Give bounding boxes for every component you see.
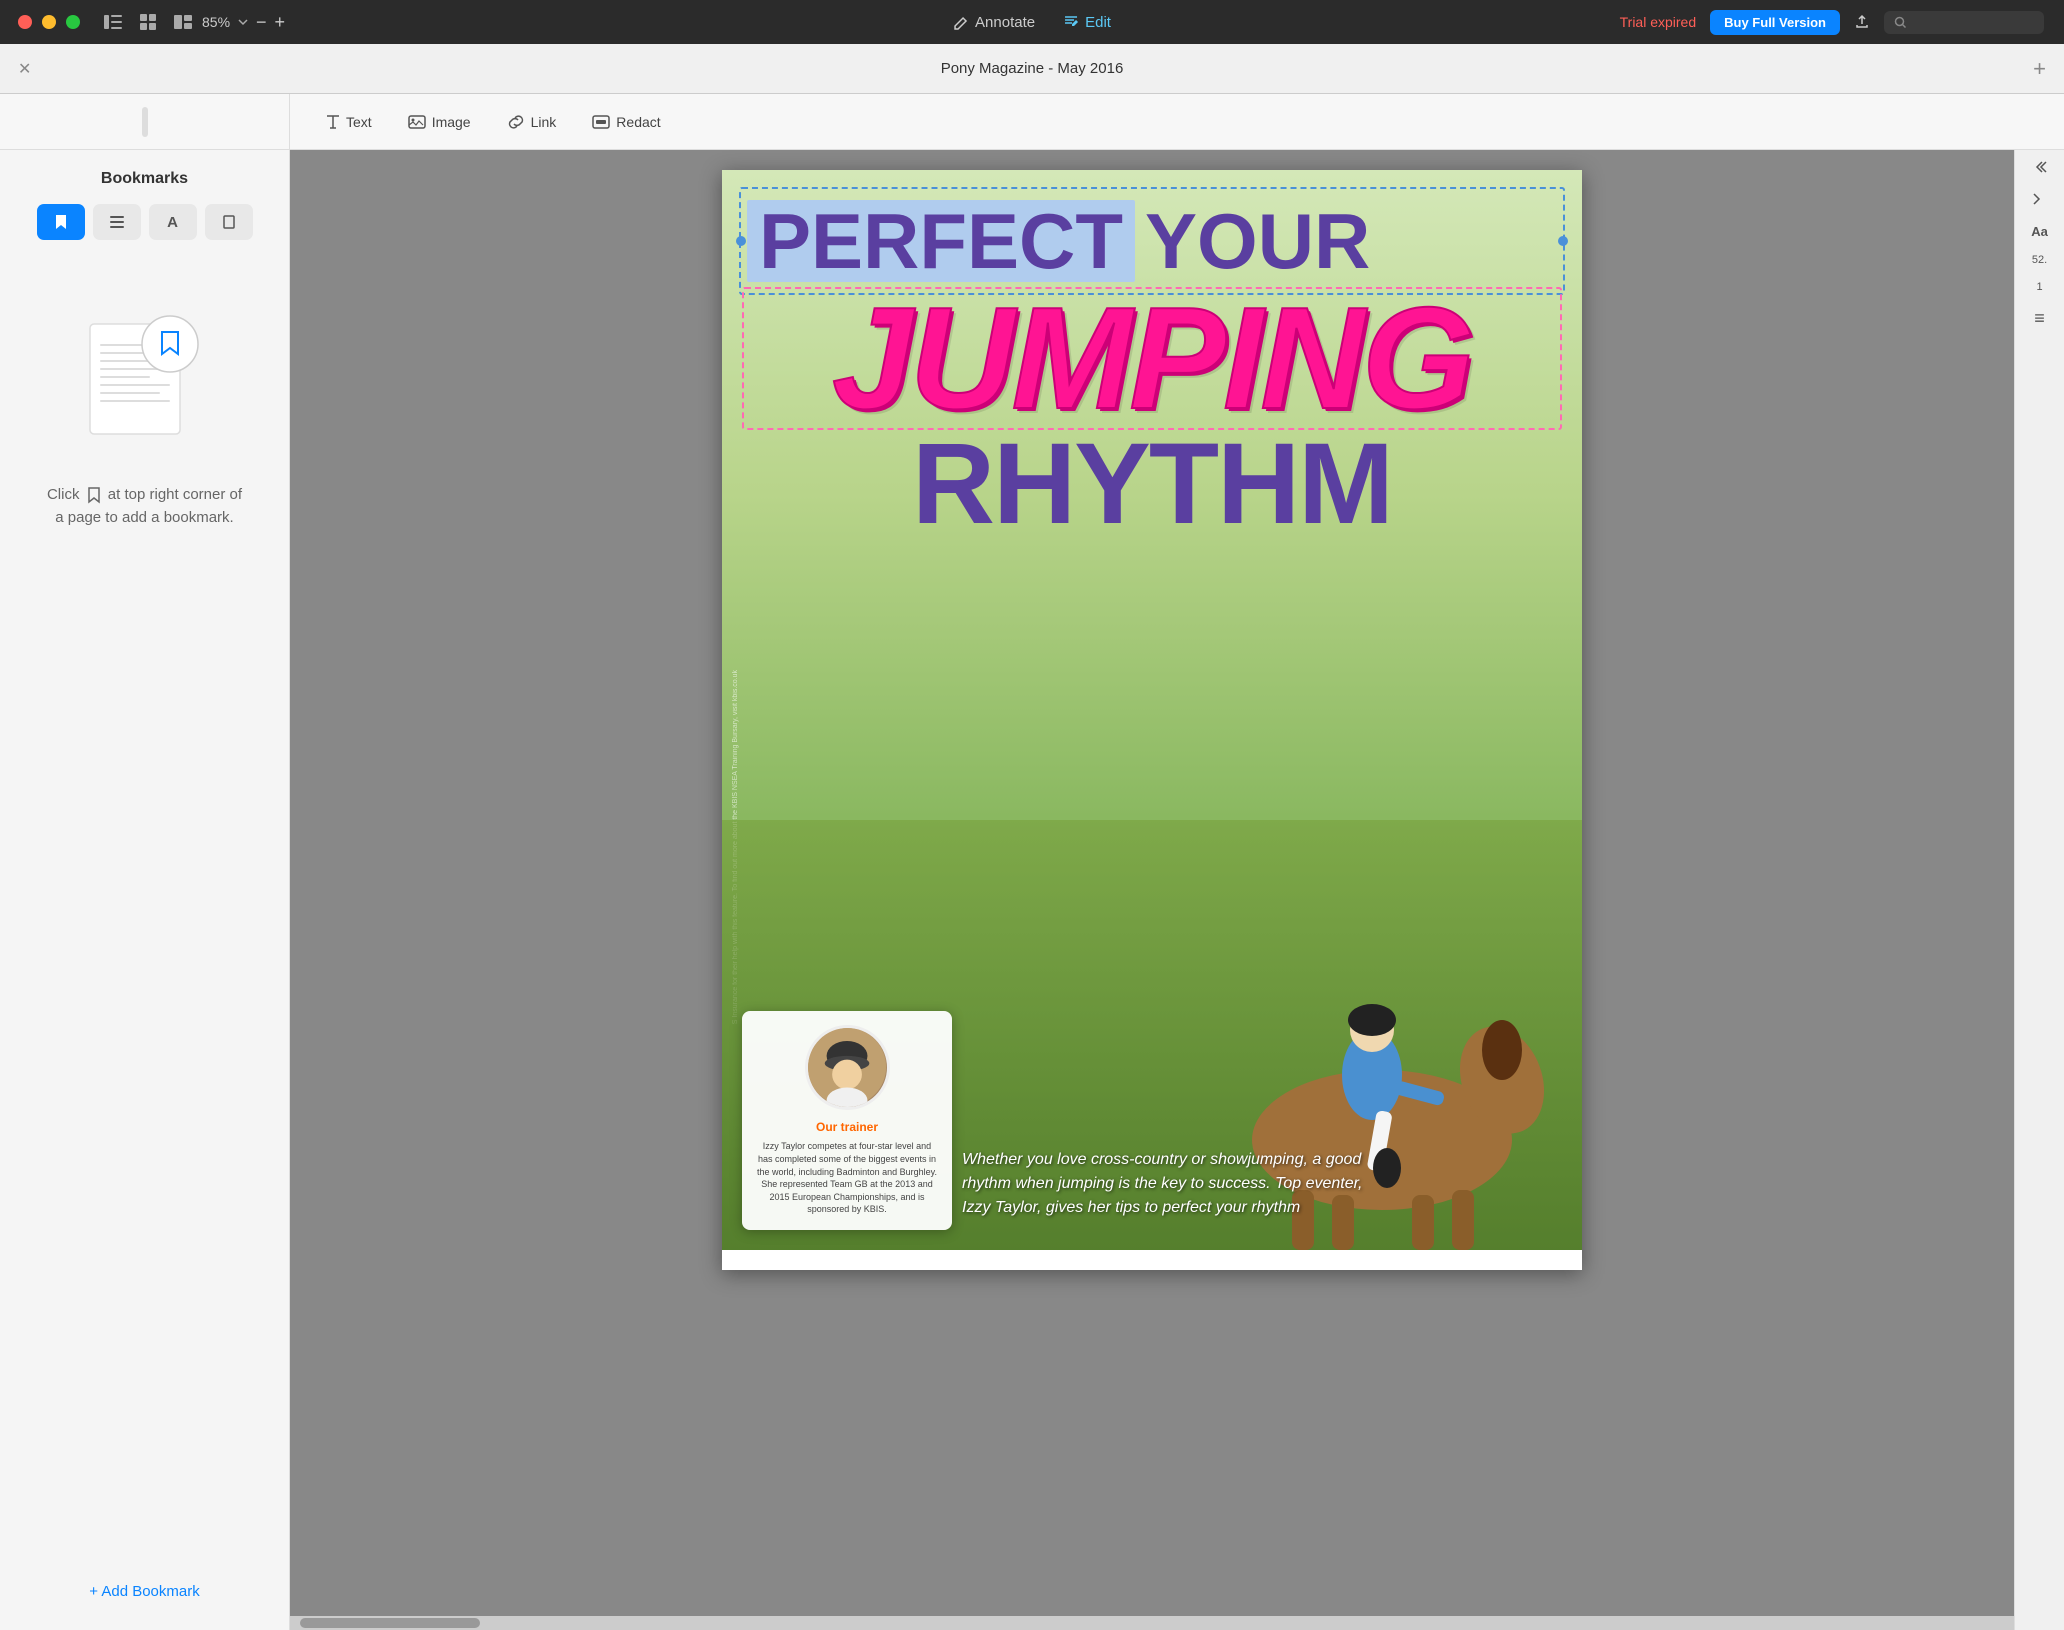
sidebar-title: Bookmarks	[101, 170, 188, 188]
content-area: S Insurance for their help with this fea…	[290, 150, 2014, 1630]
trainer-description: Izzy Taylor competes at four-star level …	[756, 1140, 938, 1216]
link-tool-button[interactable]: Link	[491, 107, 573, 137]
trainer-title: Our trainer	[756, 1120, 938, 1134]
chevron-left-button[interactable]	[2033, 160, 2047, 178]
edit-toolbar: Text Image Link Redact	[0, 94, 2064, 150]
doc-title-bar: ✕ Pony Magazine - May 2016 +	[0, 44, 2064, 94]
sidebar-tab-bookmark[interactable]	[37, 204, 85, 240]
redact-tool-label: Redact	[616, 114, 660, 130]
layout-view-button[interactable]	[174, 15, 192, 29]
hint-line2: at top right corner of	[108, 486, 242, 503]
edit-label: Edit	[1085, 14, 1111, 31]
photo-area: Our trainer Izzy Taylor competes at four…	[722, 820, 1582, 1250]
hint-line3: a page to add a bookmark.	[55, 509, 233, 526]
zoom-value: 85%	[202, 14, 230, 30]
share-button[interactable]	[1854, 14, 1870, 30]
size-value: 52.	[2032, 254, 2047, 267]
close-traffic-light[interactable]	[18, 15, 32, 29]
sidebar-tab-text[interactable]: A	[149, 204, 197, 240]
headline-jumping-container: JUMPING	[747, 292, 1557, 425]
bookmark-hint: Click at top right corner of a page to a…	[27, 484, 262, 529]
title-bar: 85% − + Annotate Edit Trial expired Buy …	[0, 0, 2064, 44]
trial-expired-label: Trial expired	[1620, 14, 1697, 30]
your-word: YOUR	[1145, 202, 1370, 280]
article-text: Whether you love cross-country or showju…	[962, 1148, 1372, 1220]
title-bar-center: Annotate Edit	[953, 14, 1111, 31]
maximize-traffic-light[interactable]	[66, 15, 80, 29]
hint-bookmark-icon	[87, 486, 101, 504]
annotate-button[interactable]: Annotate	[953, 14, 1035, 31]
perfect-word: PERFECT	[747, 200, 1135, 282]
headline-rhythm: RHYTHM	[747, 430, 1557, 539]
edit-button[interactable]: Edit	[1063, 14, 1111, 31]
bookmark-document-icon	[80, 304, 210, 454]
traffic-lights	[0, 15, 80, 29]
sidebar-tab-list[interactable]	[93, 204, 141, 240]
scrollbar-thumb[interactable]	[300, 1618, 480, 1628]
hint-click: Click	[47, 486, 80, 503]
image-tool-label: Image	[432, 114, 471, 130]
toolbar-icons	[104, 14, 192, 30]
pdf-page: S Insurance for their help with this fea…	[722, 170, 1582, 1270]
buy-full-version-button[interactable]: Buy Full Version	[1710, 10, 1840, 35]
headline-perfect-your: PERFECT YOUR	[747, 195, 1557, 287]
page-number: 1	[2036, 281, 2042, 294]
bookmark-empty-state: Click at top right corner of a page to a…	[27, 304, 262, 529]
close-document-button[interactable]: ✕	[0, 59, 31, 79]
search-box[interactable]	[1884, 11, 2044, 34]
zoom-in-button[interactable]: +	[275, 12, 286, 33]
minimize-traffic-light[interactable]	[42, 15, 56, 29]
trainer-avatar-svg	[808, 1025, 887, 1110]
magazine-background: S Insurance for their help with this fea…	[722, 170, 1582, 1250]
trial-area: Trial expired Buy Full Version	[1620, 10, 2044, 35]
font-size-aa-label: Aa	[2031, 224, 2048, 240]
sidebar-tab-page[interactable]	[205, 204, 253, 240]
menu-button[interactable]: ≡	[2034, 308, 2045, 330]
trainer-photo	[805, 1025, 890, 1110]
link-tool-label: Link	[531, 114, 557, 130]
image-tool-button[interactable]: Image	[392, 107, 487, 137]
drag-handle[interactable]	[142, 107, 148, 137]
main-layout: Bookmarks A	[0, 150, 2064, 1630]
trainer-card: Our trainer Izzy Taylor competes at four…	[742, 1011, 952, 1230]
text-tool-button[interactable]: Text	[310, 107, 388, 137]
annotate-label: Annotate	[975, 14, 1035, 31]
document-title: Pony Magazine - May 2016	[941, 60, 1124, 77]
zoom-out-button[interactable]: −	[256, 12, 267, 33]
edit-tools: Text Image Link Redact	[290, 107, 2064, 137]
sidebar-spacer	[0, 94, 290, 149]
sidebar-toggle-button[interactable]	[104, 15, 122, 29]
headline-jumping: JUMPING	[747, 292, 1557, 425]
add-document-button[interactable]: +	[2033, 56, 2046, 82]
sidebar: Bookmarks A	[0, 150, 290, 1630]
text-tool-label: Text	[346, 114, 372, 130]
chevron-right-button[interactable]	[2033, 192, 2047, 210]
right-panel: Aa 52. 1 ≡	[2014, 150, 2064, 1630]
zoom-control: 85% − +	[202, 12, 285, 33]
redact-tool-button[interactable]: Redact	[576, 107, 676, 137]
add-bookmark-button[interactable]: + Add Bookmark	[89, 1583, 199, 1600]
grid-view-button[interactable]	[140, 14, 156, 30]
sidebar-tabs: A	[37, 204, 253, 240]
headline-area: PERFECT YOUR JUMPING RHYTHM	[747, 195, 1557, 540]
horizontal-scrollbar[interactable]	[290, 1616, 2014, 1630]
